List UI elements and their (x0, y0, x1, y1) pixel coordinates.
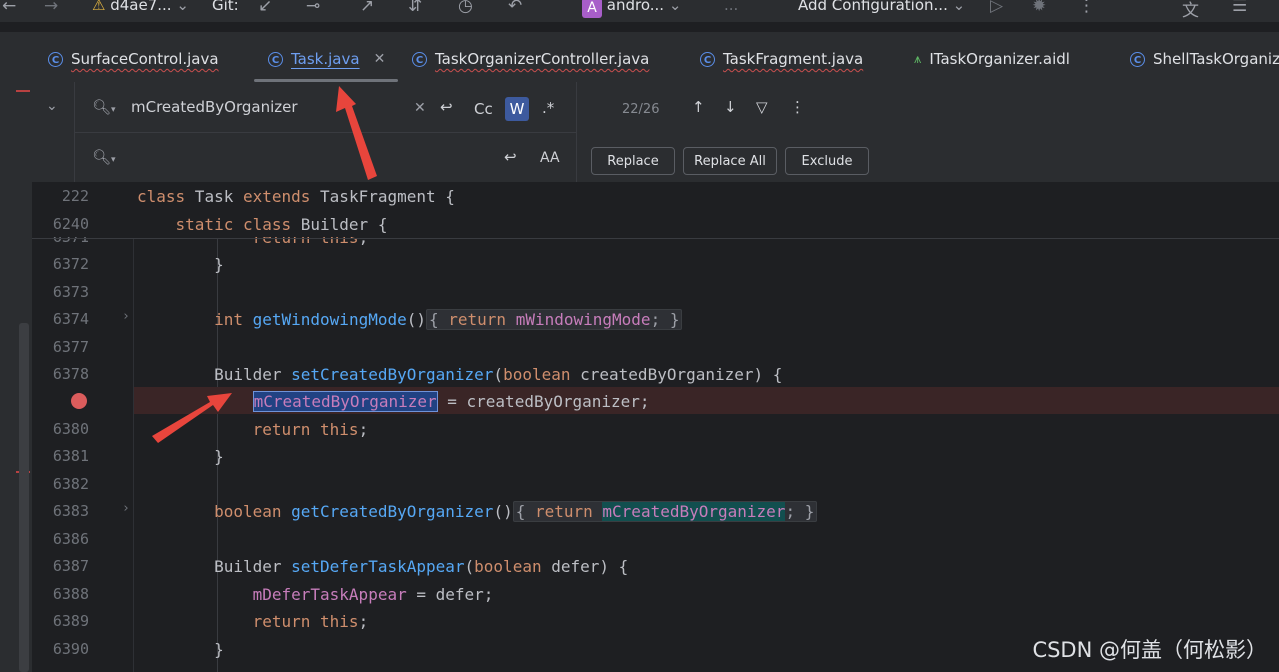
watermark: CSDN @何盖（何松影） (1032, 638, 1267, 662)
arrow-to-tab (336, 86, 377, 180)
arrow-to-match (152, 393, 232, 443)
annotation-arrows (152, 86, 377, 443)
